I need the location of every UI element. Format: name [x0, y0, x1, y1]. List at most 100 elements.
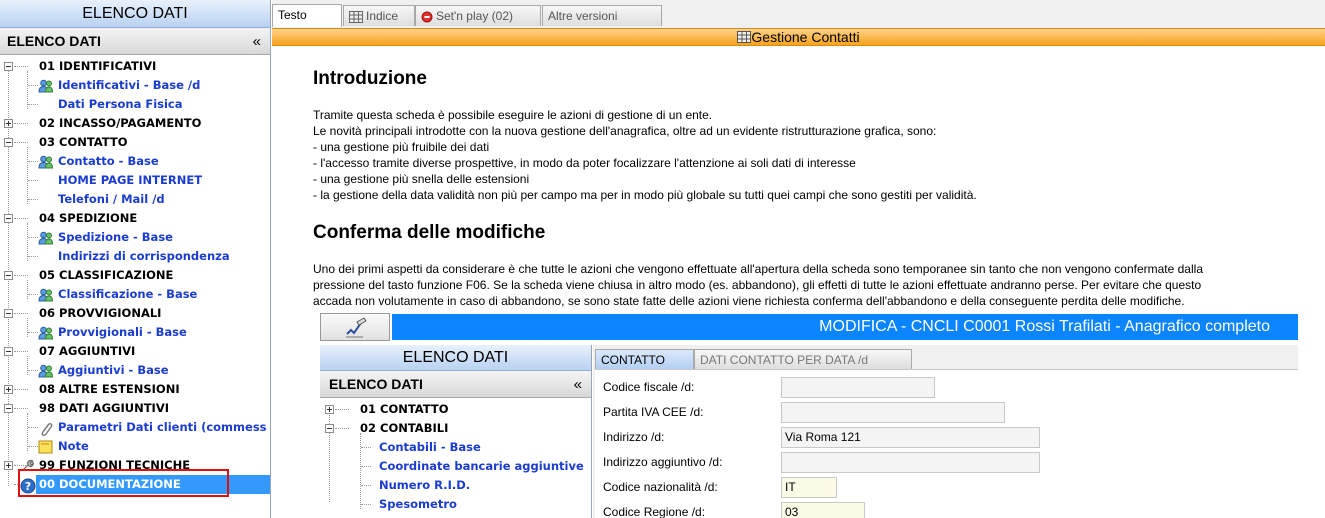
field-input [781, 377, 935, 398]
tree-group[interactable]: 08 ALTRE ESTENSIONI [0, 380, 270, 399]
tree-label: 02 INCASSO/PAGAMENTO [39, 116, 202, 130]
grid-icon [349, 10, 363, 23]
tree-item[interactable]: Identificativi - Base /d [0, 76, 270, 95]
field-label: Codice Regione /d: [603, 505, 706, 518]
embedded-panel-header: ELENCO DATI [320, 345, 591, 371]
tree-label: 06 PROVVIGIONALI [39, 306, 162, 320]
collapse-node-icon[interactable] [4, 271, 13, 280]
embedded-subheader-label: ELENCO DATI [329, 376, 423, 392]
text-line: - una gestione più snella delle estensio… [313, 172, 530, 186]
tree-item[interactable]: Note [0, 437, 270, 456]
tab-label: Indice [366, 9, 399, 23]
tree-label: Note [58, 439, 89, 453]
tree-item[interactable]: Classificazione - Base [0, 285, 270, 304]
tree-group[interactable]: 02 INCASSO/PAGAMENTO [0, 114, 270, 133]
collapse-node-icon[interactable] [4, 62, 13, 71]
form-row: Indirizzo /d: Via Roma 121 [595, 425, 1298, 450]
edit-toolbar-button [320, 313, 390, 341]
expand-icon[interactable] [4, 385, 13, 394]
embedded-window-title: MODIFICA - CNCLI C0001 Rossi Trafilati -… [392, 314, 1298, 340]
tree-group[interactable]: 03 CONTATTO [0, 133, 270, 152]
tree-item[interactable]: HOME PAGE INTERNET [0, 171, 270, 190]
text-line: - una gestione più fruibile dei dati [313, 140, 490, 154]
tree-group[interactable]: 01 IDENTIFICATIVI [0, 57, 270, 76]
collapse-node-icon[interactable] [4, 347, 13, 356]
tree-label: Indirizzi di corrispondenza [58, 249, 230, 263]
collapse-node-icon[interactable] [4, 309, 13, 318]
field-label: Indirizzo /d: [603, 430, 665, 444]
panel-subheader: ELENCO DATI « [0, 28, 270, 55]
section-title: Gestione Contatti [751, 29, 860, 45]
tab-testo[interactable]: Testo [272, 4, 342, 27]
tree-item[interactable]: Coordinate bancarie aggiuntive [320, 457, 591, 476]
tab-label: Altre versioni [548, 9, 618, 23]
text-line: - l'accesso tramite diverse prospettive,… [313, 156, 856, 170]
embedded-panel-subheader: ELENCO DATI « [320, 371, 591, 398]
tree-group[interactable]: 02 CONTABILI [320, 419, 591, 438]
tree-label: Classificazione - Base [58, 287, 198, 301]
expand-icon[interactable] [4, 461, 13, 470]
tree-item[interactable]: Provvigionali - Base [0, 323, 270, 342]
collapse-node-icon[interactable] [4, 404, 13, 413]
tree-label: Aggiuntivi - Base [58, 363, 169, 377]
embedded-data-list: ELENCO DATI ELENCO DATI « 01 CONTATTO 02 … [320, 345, 592, 518]
tree-item[interactable]: Numero R.I.D. [320, 476, 591, 495]
tree-label: 04 SPEDIZIONE [39, 211, 138, 225]
heading-introduzione: Introduzione [313, 68, 427, 89]
tree-item[interactable]: Spedizione - Base [0, 228, 270, 247]
form-row: Codice Regione /d: 03 [595, 500, 1298, 518]
tree-label: 98 DATI AGGIUNTIVI [39, 401, 170, 415]
tree-group[interactable]: 07 AGGIUNTIVI [0, 342, 270, 361]
data-tree: 01 IDENTIFICATIVI Identificativi - Base /… [0, 55, 270, 494]
tree-label: 07 AGGIUNTIVI [39, 344, 136, 358]
tab-setn-play[interactable]: Set'n play (02) [415, 5, 541, 26]
text-line: accada non volutamente in caso di abband… [313, 294, 1185, 308]
tree-label: Provvigionali - Base [58, 325, 187, 339]
tree-group[interactable]: 05 CLASSIFICAZIONE [0, 266, 270, 285]
tree-group[interactable]: 01 CONTATTO [320, 400, 591, 419]
record-icon [421, 11, 433, 23]
tree-group[interactable]: 06 PROVVIGIONALI [0, 304, 270, 323]
collapse-node-icon[interactable] [4, 138, 13, 147]
field-label: Indirizzo aggiuntivo /d: [603, 455, 723, 469]
tab-indice[interactable]: Indice [343, 5, 415, 26]
tree-item[interactable]: Spesometro [320, 495, 591, 514]
tree-label: 03 CONTATTO [39, 135, 128, 149]
expand-icon[interactable] [4, 119, 13, 128]
tree-label: 01 CONTATTO [360, 402, 449, 416]
tree-label: 02 CONTABILI [360, 421, 449, 435]
tab-altre-versioni[interactable]: Altre versioni [542, 5, 662, 26]
tree-item[interactable]: Dati Persona Fisica [0, 95, 270, 114]
intro-paragraph: Tramite questa scheda è possibile esegui… [313, 107, 1308, 203]
tree-group[interactable]: 98 DATI AGGIUNTIVI [0, 399, 270, 418]
tree-item[interactable]: Telefoni / Mail /d [0, 190, 270, 209]
tree-item[interactable]: Aggiuntivi - Base [0, 361, 270, 380]
collapse-icon[interactable]: « [253, 28, 261, 55]
tree-label: 08 ALTRE ESTENSIONI [39, 382, 180, 396]
embedded-tab-contatto: CONTATTO [595, 349, 694, 369]
text-line: Uno dei primi aspetti da considerare è c… [313, 262, 1203, 276]
collapse-node-icon[interactable] [325, 424, 334, 433]
tree-item[interactable]: Parametri Dati clienti (commess [0, 418, 270, 437]
collapse-node-icon[interactable] [4, 214, 13, 223]
section-title-bar: Gestione Contatti [272, 28, 1325, 46]
tree-item[interactable]: Indirizzi di corrispondenza [0, 247, 270, 266]
text-line: pressione del tasto funzione F06. Se la … [313, 278, 1202, 292]
field-input [781, 402, 1005, 423]
tab-label: Set'n play (02) [436, 9, 513, 23]
form-row: Codice nazionalità /d: IT [595, 475, 1298, 500]
tree-label: Contabili - Base [379, 440, 481, 454]
embedded-form-area: CONTATTO DATI CONTATTO PER DATA /d Codic… [593, 345, 1298, 518]
text-line: Le novità principali introdotte con la n… [313, 124, 937, 138]
tree-item[interactable]: Contatto - Base [0, 152, 270, 171]
expand-icon[interactable] [325, 405, 334, 414]
form-row: Codice fiscale /d: [595, 375, 1298, 400]
tree-label: Coordinate bancarie aggiuntive [379, 459, 584, 473]
field-label: Codice fiscale /d: [603, 380, 695, 394]
tree-group[interactable]: 04 SPEDIZIONE [0, 209, 270, 228]
form-row: Indirizzo aggiuntivo /d: [595, 450, 1298, 475]
users-icon [38, 288, 54, 302]
tree-item[interactable]: Contabili - Base [320, 438, 591, 457]
text-line: Tramite questa scheda è possibile esegui… [313, 108, 713, 122]
pen-check-icon [346, 317, 367, 338]
